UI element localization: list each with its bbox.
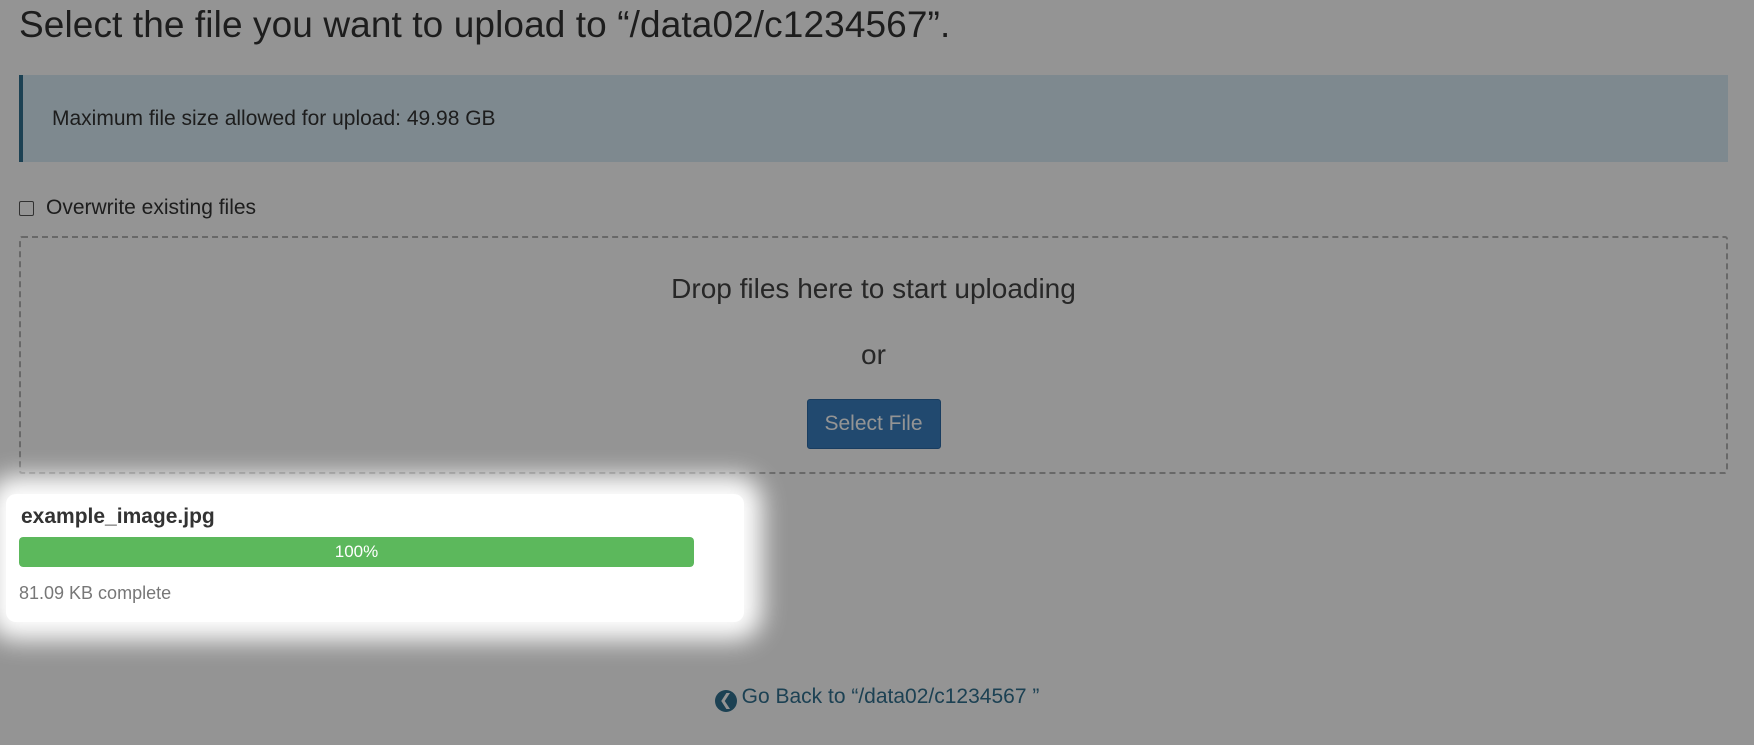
upload-item: example_image.jpg 100% 81.09 KB complete bbox=[19, 505, 695, 604]
max-file-size-alert: Maximum file size allowed for upload: 49… bbox=[19, 75, 1728, 162]
select-file-button[interactable]: Select File bbox=[806, 399, 941, 449]
upload-spotlight: example_image.jpg 100% 81.09 KB complete bbox=[6, 494, 744, 622]
max-file-size-text: Maximum file size allowed for upload: 49… bbox=[52, 106, 496, 130]
overwrite-label[interactable]: Overwrite existing files bbox=[46, 196, 256, 220]
dropzone-or-text: or bbox=[861, 339, 886, 370]
arrow-circle-left-icon: ❮ bbox=[714, 690, 737, 712]
upload-filename: example_image.jpg bbox=[21, 505, 215, 528]
upload-page: Select the file you want to upload to “/… bbox=[0, 0, 1754, 745]
overwrite-checkbox[interactable] bbox=[19, 200, 34, 216]
page-title: Select the file you want to upload to “/… bbox=[19, 4, 951, 45]
overwrite-option[interactable]: Overwrite existing files bbox=[19, 193, 1728, 223]
dropzone-text: Drop files here to start uploading bbox=[671, 273, 1076, 304]
upload-status: 81.09 KB complete bbox=[19, 583, 172, 603]
upload-progress: 100% bbox=[19, 537, 694, 567]
upload-progress-bar: 100% bbox=[19, 537, 694, 567]
file-dropzone[interactable]: Drop files here to start uploading or Se… bbox=[19, 236, 1728, 474]
go-back-link[interactable]: ❮ Go Back to “/data02/c1234567 ” bbox=[0, 685, 1754, 712]
go-back-label[interactable]: Go Back to “/data02/c1234567 ” bbox=[742, 685, 1040, 708]
